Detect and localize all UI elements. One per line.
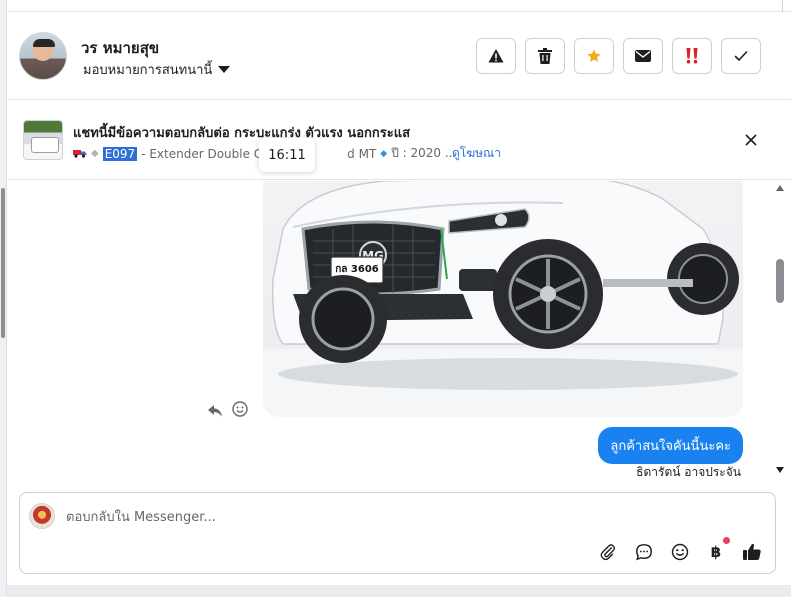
assign-conversation-dropdown[interactable]: มอบหมายการสนทนานี้: [83, 59, 231, 80]
spark-icon: ◆: [91, 148, 99, 159]
double-exclamation-icon: [686, 48, 698, 64]
saved-replies-button[interactable]: [633, 541, 655, 563]
ad-description-end: d MT: [347, 146, 377, 161]
trash-icon: [538, 48, 552, 64]
thread-scroll-thumb[interactable]: [776, 259, 784, 303]
caret-down-icon: [218, 66, 231, 73]
reply-icon[interactable]: [208, 402, 222, 421]
report-button[interactable]: [476, 38, 516, 74]
message-composer: ฿: [19, 492, 776, 574]
like-button[interactable]: [741, 541, 763, 563]
thread-scrollbar[interactable]: [774, 181, 786, 481]
message-tools: [208, 401, 248, 421]
close-banner-button[interactable]: [741, 130, 761, 150]
composer-toolbar: ฿: [597, 537, 763, 563]
react-emoji-icon[interactable]: [232, 401, 248, 421]
emoji-button[interactable]: [669, 541, 691, 563]
payment-button[interactable]: ฿: [705, 537, 730, 563]
outgoing-message-bubble[interactable]: ลูกค้าสนใจคันนี้นะคะ: [598, 427, 743, 464]
delete-button[interactable]: [525, 38, 565, 74]
assign-label: มอบหมายการสนทนานี้: [83, 63, 213, 78]
page-avatar: [29, 503, 55, 529]
conversation-header: วร หมายสุข มอบหมายการสนทนานี้: [7, 12, 791, 100]
emoji-icon: [671, 543, 689, 561]
left-scroll-thumb[interactable]: [1, 188, 5, 338]
message-thread[interactable]: MG กล 3606 ลูกค้าสนใจคันนี้นะคะ ธิดารัตน…: [7, 181, 791, 485]
ad-thumbnail[interactable]: [23, 120, 63, 160]
star-button[interactable]: [574, 38, 614, 74]
ad-year: ปี : 2020 ...: [391, 146, 457, 160]
scroll-down-arrow-icon[interactable]: [776, 467, 784, 473]
contact-avatar[interactable]: [19, 32, 67, 80]
car-photo-message[interactable]: MG กล 3606: [263, 181, 743, 417]
left-scrollbar[interactable]: [0, 0, 7, 597]
top-divider: [7, 0, 791, 12]
reply-input[interactable]: [66, 507, 716, 527]
header-actions: [476, 38, 761, 74]
attach-button[interactable]: [597, 541, 619, 563]
timestamp-tooltip: 16:11: [259, 138, 315, 172]
close-icon: [745, 134, 757, 146]
warning-icon: [488, 49, 504, 63]
check-icon: [734, 51, 748, 61]
mark-unread-button[interactable]: [623, 38, 663, 74]
envelope-icon: [635, 50, 651, 62]
car-image: MG กล 3606: [263, 181, 743, 417]
mark-done-button[interactable]: [721, 38, 761, 74]
ad-title: แชทนี้มีข้อความตอบกลับต่อ กระบะแกร่ง ตัว…: [73, 126, 411, 141]
view-ad-link[interactable]: ดูโฆษณา: [452, 144, 501, 163]
notification-dot: [723, 537, 730, 544]
sender-name: ธิดารัตน์ อาจประจัน: [636, 465, 741, 479]
ad-code: E097: [102, 146, 138, 161]
ad-description-start: - Extender Double Cab: [141, 146, 278, 161]
thumbs-up-icon: [743, 543, 761, 560]
diamond-icon: ◆: [380, 148, 388, 159]
scroll-up-arrow-icon[interactable]: [776, 185, 784, 191]
contact-name: วร หมายสุข: [81, 39, 160, 57]
mark-urgent-button[interactable]: [672, 38, 712, 74]
star-icon: [587, 49, 601, 62]
license-plate: กล 3606: [335, 264, 379, 275]
paperclip-icon: [600, 544, 616, 561]
chat-bubble-icon: [636, 544, 652, 561]
truck-icon: [73, 147, 87, 161]
ad-context-banner: แชทนี้มีข้อความตอบกลับต่อ กระบะแกร่ง ตัว…: [7, 100, 791, 180]
baht-icon: ฿: [710, 543, 722, 561]
bottom-edge: [7, 585, 791, 597]
